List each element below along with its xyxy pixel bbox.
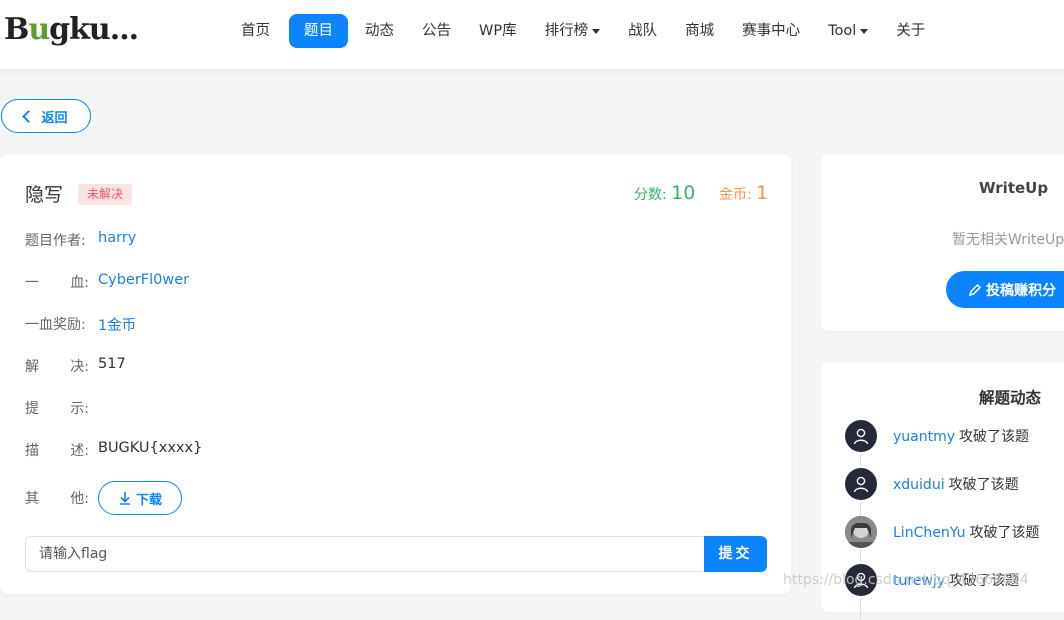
first-blood-reward-value: 1金币 (98, 318, 137, 334)
challenge-title: 隐写 (25, 184, 64, 206)
download-icon (119, 492, 130, 505)
coin-value: 1 (756, 182, 769, 204)
activity-title: 解题动态 (979, 389, 1042, 407)
first-blood-link[interactable]: CyberFl0wer (98, 272, 189, 288)
coin-label: 金币: (719, 187, 752, 203)
download-button[interactable]: 下载 (98, 481, 182, 515)
challenge-card (0, 154, 791, 594)
description-value: BUGKU{xxxx} (98, 440, 203, 456)
back-button[interactable]: 返回 (1, 99, 91, 133)
nav-events[interactable]: 赛事中心 (729, 14, 813, 48)
activity-text: yuantmy 攻破了该题 (893, 429, 1030, 445)
nav-challenges[interactable]: 题目 (289, 14, 348, 48)
back-button-label: 返回 (41, 110, 68, 126)
nav-tool[interactable]: Tool (815, 14, 881, 48)
main-nav: 首页 题目 动态 公告 WP库 排行榜 战队 商城 赛事中心 Tool 关于 (228, 14, 940, 48)
score-value: 10 (671, 182, 696, 204)
nav-rankings[interactable]: 排行榜 (532, 14, 614, 48)
chevron-left-icon (22, 109, 36, 123)
activity-user-link[interactable]: LinChenYu (893, 525, 966, 541)
writeup-empty-text: 暂无相关WriteUp (952, 232, 1064, 248)
nav-teams[interactable]: 战队 (615, 14, 670, 48)
nav-tool-label: Tool (828, 23, 857, 39)
nav-wp-library[interactable]: WP库 (466, 14, 530, 48)
user-avatar-icon (845, 420, 877, 452)
nav-rankings-label: 排行榜 (544, 23, 589, 39)
nav-about[interactable]: 关于 (883, 14, 938, 48)
activity-user-link[interactable]: yuantmy (893, 429, 955, 445)
activity-item: LinChenYu 攻破了该题 (845, 516, 1040, 548)
csdn-watermark: https://blog.csdn.net/qq_43668604 (783, 572, 1029, 588)
nav-activity[interactable]: 动态 (352, 14, 407, 48)
solved-count: 517 (98, 356, 126, 372)
submit-flag-button[interactable]: 提交 (704, 536, 767, 572)
writeup-title: WriteUp (979, 179, 1049, 197)
user-photo-avatar (845, 516, 877, 548)
score-label: 分数: (634, 187, 667, 203)
activity-item: yuantmy 攻破了该题 (845, 420, 1029, 452)
status-badge: 未解决 (78, 184, 133, 205)
score-display: 分数: 10 (634, 182, 695, 204)
top-navbar: Bugku... 首页 题目 动态 公告 WP库 排行榜 战队 商城 赛事中心 … (0, 0, 1064, 69)
user-avatar-icon (845, 468, 877, 500)
author-link[interactable]: harry (98, 230, 136, 246)
pencil-icon (968, 283, 982, 296)
activity-text: LinChenYu 攻破了该题 (893, 525, 1040, 541)
coin-display: 金币: 1 (719, 182, 768, 204)
submit-writeup-button[interactable]: 投稿赚积分 (946, 271, 1064, 308)
nav-home[interactable]: 首页 (228, 14, 283, 48)
activity-item: xduidui 攻破了该题 (845, 468, 1019, 500)
nav-shop[interactable]: 商城 (672, 14, 727, 48)
activity-user-link[interactable]: xduidui (893, 477, 945, 493)
activity-text: xduidui 攻破了该题 (893, 477, 1019, 493)
caret-down-icon (592, 28, 601, 34)
site-logo[interactable]: Bugku... (4, 10, 139, 50)
nav-announcements[interactable]: 公告 (409, 14, 464, 48)
caret-down-icon (860, 28, 869, 34)
download-label: 下载 (135, 492, 162, 508)
flag-input[interactable]: 请输入flag (25, 536, 705, 572)
submit-writeup-label: 投稿赚积分 (986, 282, 1056, 299)
